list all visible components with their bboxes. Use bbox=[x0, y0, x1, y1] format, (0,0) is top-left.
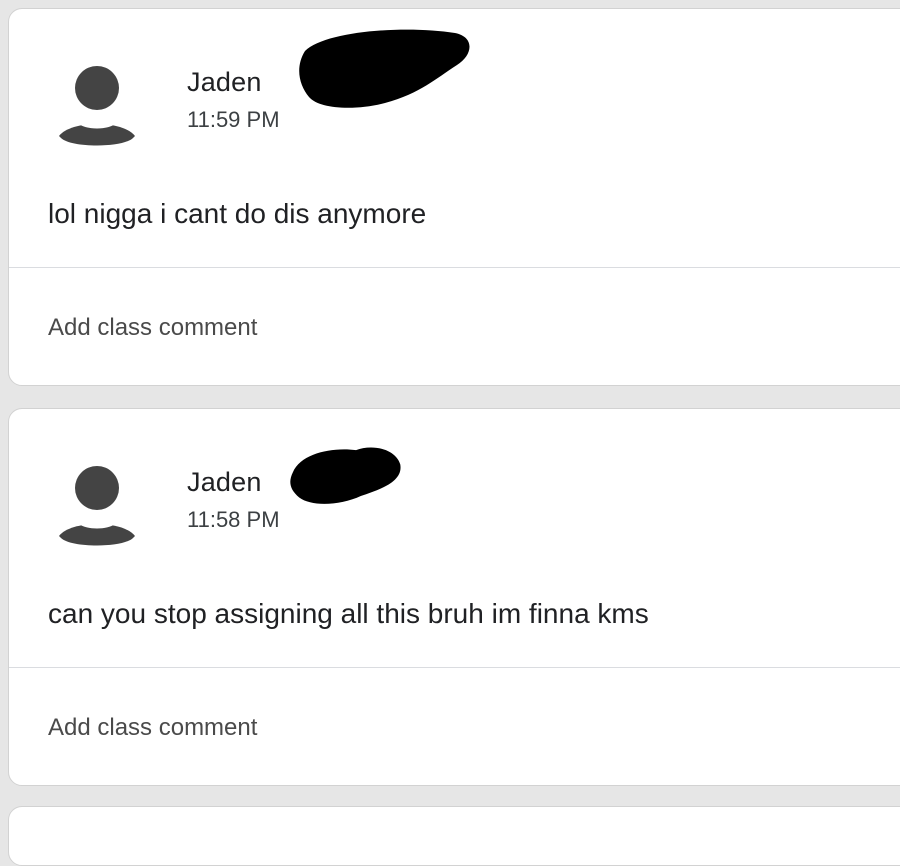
post-time: 11:59 PM bbox=[187, 107, 280, 132]
post-author: Jaden bbox=[187, 67, 262, 97]
class-post-card: Jaden 11:59 PM lol nigga i cant do dis a… bbox=[8, 8, 900, 386]
post-time: 11:58 PM bbox=[187, 507, 280, 532]
redaction-scribble bbox=[290, 447, 401, 504]
avatar-icon bbox=[59, 66, 135, 146]
class-post-card: Jaden 11:58 PM can you stop assigning al… bbox=[8, 408, 900, 786]
add-class-comment-input[interactable]: Add class comment bbox=[48, 714, 257, 742]
avatar-icon bbox=[59, 466, 135, 546]
divider bbox=[9, 667, 900, 668]
divider bbox=[9, 267, 900, 268]
post-text: can you stop assigning all this bruh im … bbox=[48, 598, 649, 629]
add-class-comment-input[interactable]: Add class comment bbox=[48, 314, 257, 342]
post-text: lol nigga i cant do dis anymore bbox=[48, 198, 427, 229]
redaction-scribble bbox=[299, 29, 470, 108]
post-author: Jaden bbox=[187, 467, 262, 497]
class-post-card bbox=[8, 806, 900, 866]
